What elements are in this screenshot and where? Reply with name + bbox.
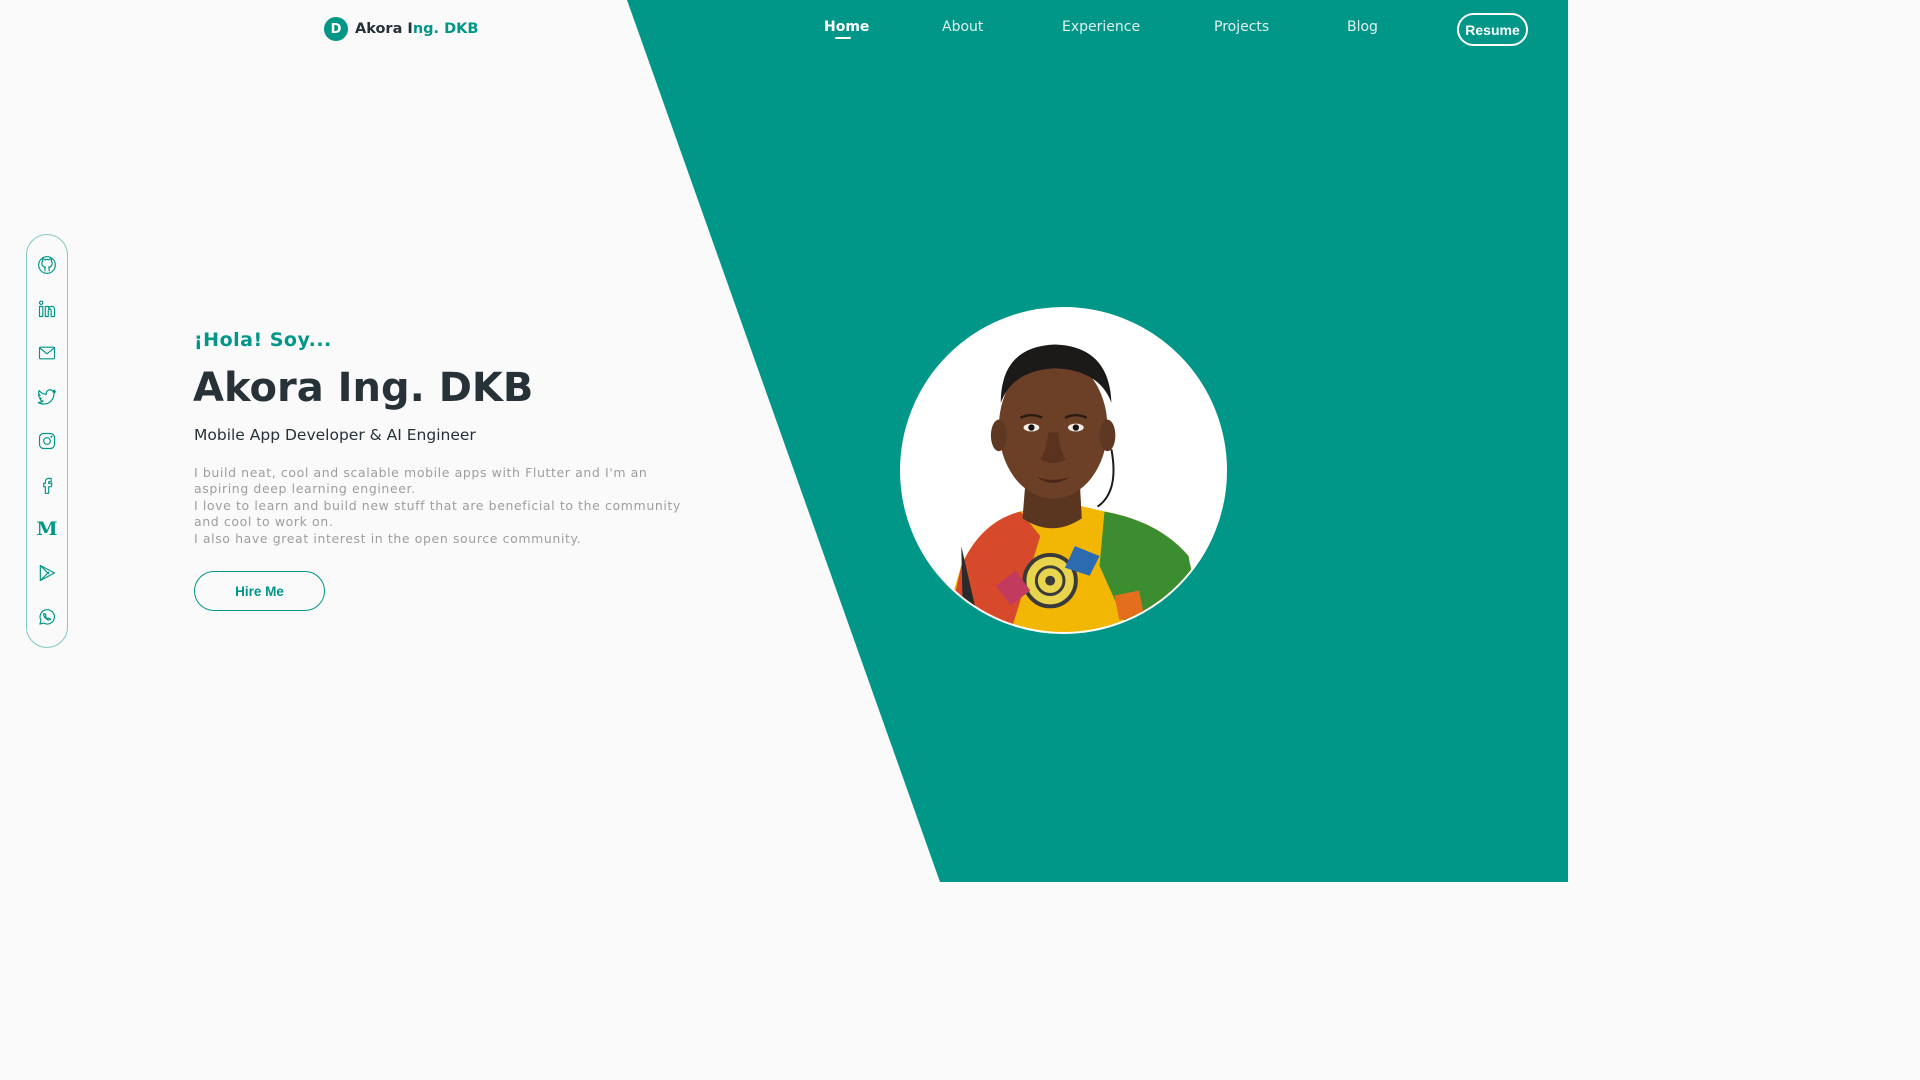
- hero-greeting: ¡Hola! Soy...: [194, 329, 332, 351]
- facebook-icon[interactable]: [37, 475, 57, 495]
- instagram-icon[interactable]: [37, 431, 57, 451]
- nav-about[interactable]: About: [942, 19, 983, 35]
- hire-me-button[interactable]: Hire Me: [194, 571, 325, 611]
- hero-name: Akora Ing. DKB: [193, 365, 534, 411]
- profile-photo-illustration: [902, 309, 1225, 632]
- nav-home[interactable]: Home: [824, 19, 869, 35]
- resume-button[interactable]: Resume: [1457, 13, 1528, 46]
- social-links-bar: M: [26, 234, 68, 648]
- nav-projects[interactable]: Projects: [1214, 19, 1269, 35]
- logo-text-accent: ng. DKB: [412, 21, 479, 37]
- github-icon[interactable]: [37, 255, 57, 275]
- medium-icon[interactable]: M: [36, 519, 57, 539]
- logo-badge: D: [324, 17, 348, 41]
- linkedin-icon[interactable]: [37, 299, 57, 319]
- hero-role: Mobile App Developer & AI Engineer: [194, 426, 476, 444]
- twitter-icon[interactable]: [37, 387, 57, 407]
- nav-blog[interactable]: Blog: [1347, 19, 1378, 35]
- profile-photo: [900, 307, 1227, 634]
- nav-experience[interactable]: Experience: [1062, 19, 1140, 35]
- hero-description-line: I also have great interest in the open s…: [194, 530, 582, 546]
- site-logo[interactable]: D Akora Ing. DKB: [324, 17, 478, 41]
- logo-text-primary: Akora I: [355, 21, 413, 37]
- hero-description-line: I love to learn and build new stuff that…: [194, 497, 681, 530]
- hero-description-line: I build neat, cool and scalable mobile a…: [194, 465, 648, 497]
- whatsapp-icon[interactable]: [37, 607, 57, 627]
- nav-active-indicator: [835, 37, 851, 39]
- play-store-icon[interactable]: [37, 563, 57, 583]
- hero-description: I build neat, cool and scalable mobile a…: [194, 465, 694, 547]
- mail-icon[interactable]: [37, 343, 57, 363]
